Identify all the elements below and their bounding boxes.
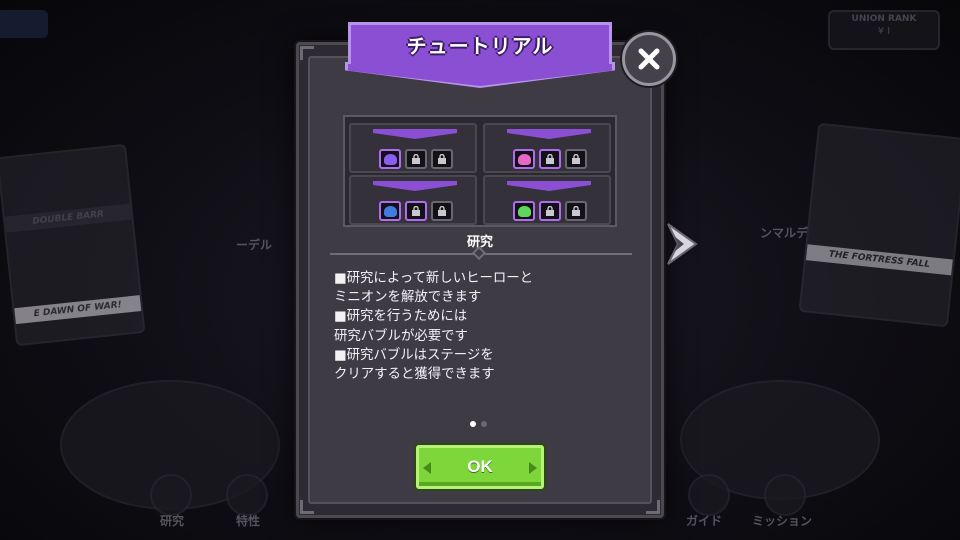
page-dot[interactable] <box>481 421 487 427</box>
nav-guide-icon[interactable] <box>688 474 730 516</box>
research-tree <box>483 175 611 225</box>
research-preview-panel <box>343 115 617 227</box>
lock-icon <box>546 206 554 216</box>
research-tree <box>349 123 477 173</box>
research-bubble-icon <box>517 205 531 217</box>
nav-trait-icon[interactable] <box>226 474 268 516</box>
research-tree <box>349 175 477 225</box>
locked-slot <box>405 149 427 169</box>
tree-header-bar <box>507 129 591 139</box>
description-line: ■研究バブルはステージを <box>334 347 494 363</box>
nav-guide-label: ガイド <box>686 514 723 528</box>
lock-icon <box>546 154 554 164</box>
nav-mission-label: ミッション <box>752 514 813 528</box>
unlocked-slot <box>513 149 535 169</box>
stage-card-left-label: ーデル <box>236 238 273 252</box>
stage-card-right: THE FORTRESS FALL <box>798 122 960 328</box>
union-rank-badge: UNION RANK ¥ I <box>828 10 940 50</box>
tree-header-bar <box>507 181 591 191</box>
stage-card-left: DOUBLE BARR E DAWN OF WAR! <box>0 143 146 347</box>
description-line: ■研究を行うためには <box>334 309 468 325</box>
frame-corner <box>300 500 314 514</box>
lock-icon <box>412 206 420 216</box>
dialog-title: チュートリアル <box>406 34 554 58</box>
ok-button[interactable]: OK <box>416 445 544 489</box>
tutorial-description: ■研究によって新しいヒーローと ミニオンを解放できます ■研究を行うためには 研… <box>334 269 634 384</box>
frame-corner <box>300 46 314 60</box>
close-icon <box>638 48 660 70</box>
button-notch <box>423 462 431 474</box>
research-bubble-icon <box>517 153 531 165</box>
locked-slot <box>565 201 587 221</box>
lock-icon <box>438 154 446 164</box>
union-rank-label: UNION RANK <box>851 14 917 24</box>
lock-icon <box>438 206 446 216</box>
ok-button-label: OK <box>467 457 493 476</box>
locked-slot <box>431 201 453 221</box>
unlocked-slot <box>379 149 401 169</box>
tree-header-bar <box>373 181 457 191</box>
chevron-right-icon[interactable] <box>664 222 698 266</box>
locked-slot <box>405 201 427 221</box>
close-button[interactable] <box>622 32 676 86</box>
frame-corner <box>646 500 660 514</box>
stage-card-right-label: ンマルデ <box>760 226 809 240</box>
locked-slot <box>539 149 561 169</box>
union-rank-value: ¥ I <box>877 26 891 37</box>
lock-icon <box>572 154 580 164</box>
research-bubble-icon <box>383 205 397 217</box>
lock-icon <box>572 206 580 216</box>
stage-card-band: DOUBLE BARR <box>4 203 132 233</box>
nav-mission-icon[interactable] <box>764 474 806 516</box>
locked-slot <box>431 149 453 169</box>
button-notch <box>529 462 537 474</box>
description-line: 研究バブルが必要です <box>334 328 468 344</box>
page-indicator <box>470 421 487 427</box>
tree-header-bar <box>373 129 457 139</box>
back-button[interactable] <box>0 10 48 38</box>
nav-research-icon[interactable] <box>150 474 192 516</box>
locked-slot <box>539 201 561 221</box>
lock-icon <box>412 154 420 164</box>
research-tree <box>483 123 611 173</box>
description-line: ■研究によって新しいヒーローと <box>334 271 534 286</box>
description-line: クリアすると獲得できます <box>334 367 495 383</box>
stage-card-title-right: THE FORTRESS FALL <box>805 244 953 276</box>
description-line: ミニオンを解放できます <box>334 290 482 306</box>
page-dot-active[interactable] <box>470 421 476 427</box>
stage-card-title: E DAWN OF WAR! <box>14 295 142 325</box>
nav-research-label: 研究 <box>160 514 185 528</box>
unlocked-slot <box>379 201 401 221</box>
unlocked-slot <box>513 201 535 221</box>
nav-trait-label: 特性 <box>236 514 261 528</box>
locked-slot <box>565 149 587 169</box>
research-bubble-icon <box>383 153 397 165</box>
